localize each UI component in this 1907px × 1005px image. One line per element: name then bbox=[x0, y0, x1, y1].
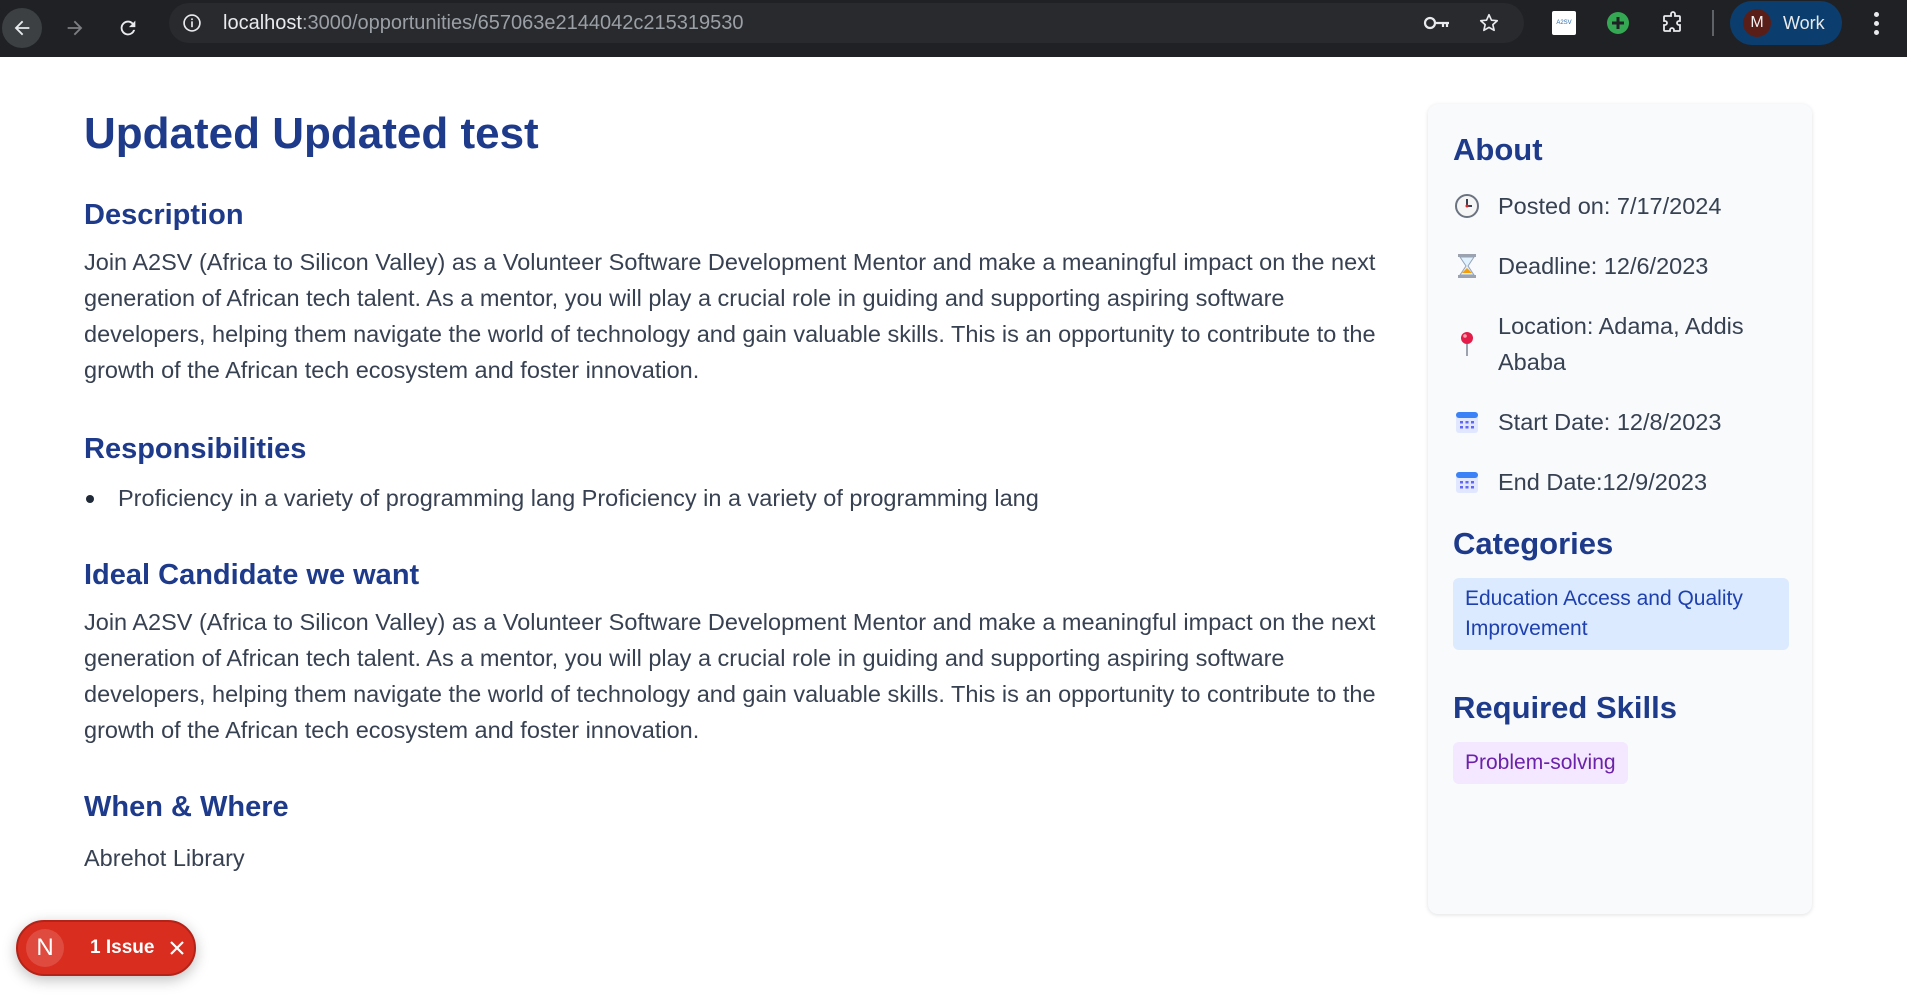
about-sidebar: About Posted on: 7/17/2024 Deadline: 12/… bbox=[1428, 104, 1812, 914]
about-end-date: End Date:12/9/2023 bbox=[1453, 464, 1787, 500]
close-icon[interactable] bbox=[166, 937, 188, 959]
issue-count[interactable]: 1 Issue bbox=[90, 937, 154, 959]
bookmark-star-icon[interactable] bbox=[1477, 12, 1501, 34]
pin-icon bbox=[1453, 330, 1481, 358]
about-start-date: Start Date: 12/8/2023 bbox=[1453, 404, 1787, 440]
deadline-date: Deadline: 12/6/2023 bbox=[1498, 253, 1709, 279]
avatar: M bbox=[1743, 9, 1771, 37]
url-text[interactable]: localhost:3000/opportunities/657063e2144… bbox=[223, 12, 743, 35]
forward-button[interactable] bbox=[55, 8, 95, 48]
clock-icon bbox=[1453, 192, 1481, 220]
required-skills-heading: Required Skills bbox=[1453, 690, 1677, 725]
profile-button[interactable]: M Work bbox=[1730, 1, 1842, 45]
description-text: Join A2SV (Africa to Silicon Valley) as … bbox=[84, 249, 1376, 383]
browser-toolbar: localhost:3000/opportunities/657063e2144… bbox=[0, 0, 1907, 57]
calendar-icon bbox=[1453, 408, 1481, 436]
browser-menu-icon[interactable] bbox=[1866, 8, 1886, 38]
dev-issues-badge[interactable]: N 1 Issue bbox=[16, 920, 196, 976]
category-chip: Education Access and Quality Improvement bbox=[1453, 578, 1789, 650]
about-posted: Posted on: 7/17/2024 bbox=[1453, 188, 1787, 224]
ideal-candidate-heading: Ideal Candidate we want bbox=[84, 559, 420, 591]
reload-button[interactable] bbox=[108, 8, 148, 48]
url-host: localhost bbox=[223, 12, 302, 34]
nextjs-logo[interactable]: N bbox=[26, 929, 64, 967]
list-item: Proficiency in a variety of programming … bbox=[84, 480, 1384, 516]
url-path: :3000/opportunities/657063e2144042c21531… bbox=[301, 12, 744, 34]
reload-icon bbox=[120, 20, 136, 36]
extensions-button[interactable] bbox=[1659, 9, 1687, 37]
profile-name: Work bbox=[1783, 12, 1825, 33]
opportunity-details: Updated Updated test Description Join A2… bbox=[84, 104, 1384, 876]
description-heading: Description bbox=[84, 199, 244, 231]
about-location: Location: Adama, Addis Ababa bbox=[1453, 308, 1787, 380]
calendar-icon bbox=[1453, 468, 1481, 496]
add-extension-button[interactable] bbox=[1604, 9, 1632, 37]
responsibilities-list: Proficiency in a variety of programming … bbox=[84, 480, 1384, 516]
responsibilities-heading: Responsibilities bbox=[84, 433, 307, 465]
end-date: End Date:12/9/2023 bbox=[1498, 469, 1708, 495]
categories-heading: Categories bbox=[1453, 526, 1614, 561]
location-text: Location: Adama, Addis Ababa bbox=[1498, 313, 1744, 375]
about-deadline: Deadline: 12/6/2023 bbox=[1453, 248, 1787, 284]
arrow-right-icon bbox=[67, 20, 83, 36]
page-title: Updated Updated test bbox=[84, 109, 539, 158]
address-bar[interactable]: localhost:3000/opportunities/657063e2144… bbox=[169, 3, 1524, 43]
posted-date: Posted on: 7/17/2024 bbox=[1498, 193, 1722, 219]
when-where-heading: When & Where bbox=[84, 791, 289, 823]
skill-chip: Problem-solving bbox=[1453, 742, 1628, 784]
hourglass-icon bbox=[1453, 252, 1481, 280]
arrow-left-icon bbox=[14, 20, 30, 36]
when-where-text: Abrehot Library bbox=[84, 845, 245, 871]
site-info-icon[interactable] bbox=[182, 13, 202, 33]
password-key-icon[interactable] bbox=[1423, 13, 1451, 33]
about-list: Posted on: 7/17/2024 Deadline: 12/6/2023… bbox=[1453, 188, 1787, 500]
start-date: Start Date: 12/8/2023 bbox=[1498, 409, 1722, 435]
about-heading: About bbox=[1453, 132, 1543, 167]
plus-circle-icon bbox=[1607, 12, 1629, 34]
puzzle-icon bbox=[1663, 11, 1681, 32]
back-button[interactable] bbox=[2, 8, 42, 48]
a2sv-extension-button[interactable]: A2SV bbox=[1550, 9, 1578, 37]
toolbar-divider bbox=[1712, 10, 1714, 36]
a2sv-extension-icon: A2SV bbox=[1552, 11, 1576, 35]
ideal-candidate-text: Join A2SV (Africa to Silicon Valley) as … bbox=[84, 609, 1376, 743]
